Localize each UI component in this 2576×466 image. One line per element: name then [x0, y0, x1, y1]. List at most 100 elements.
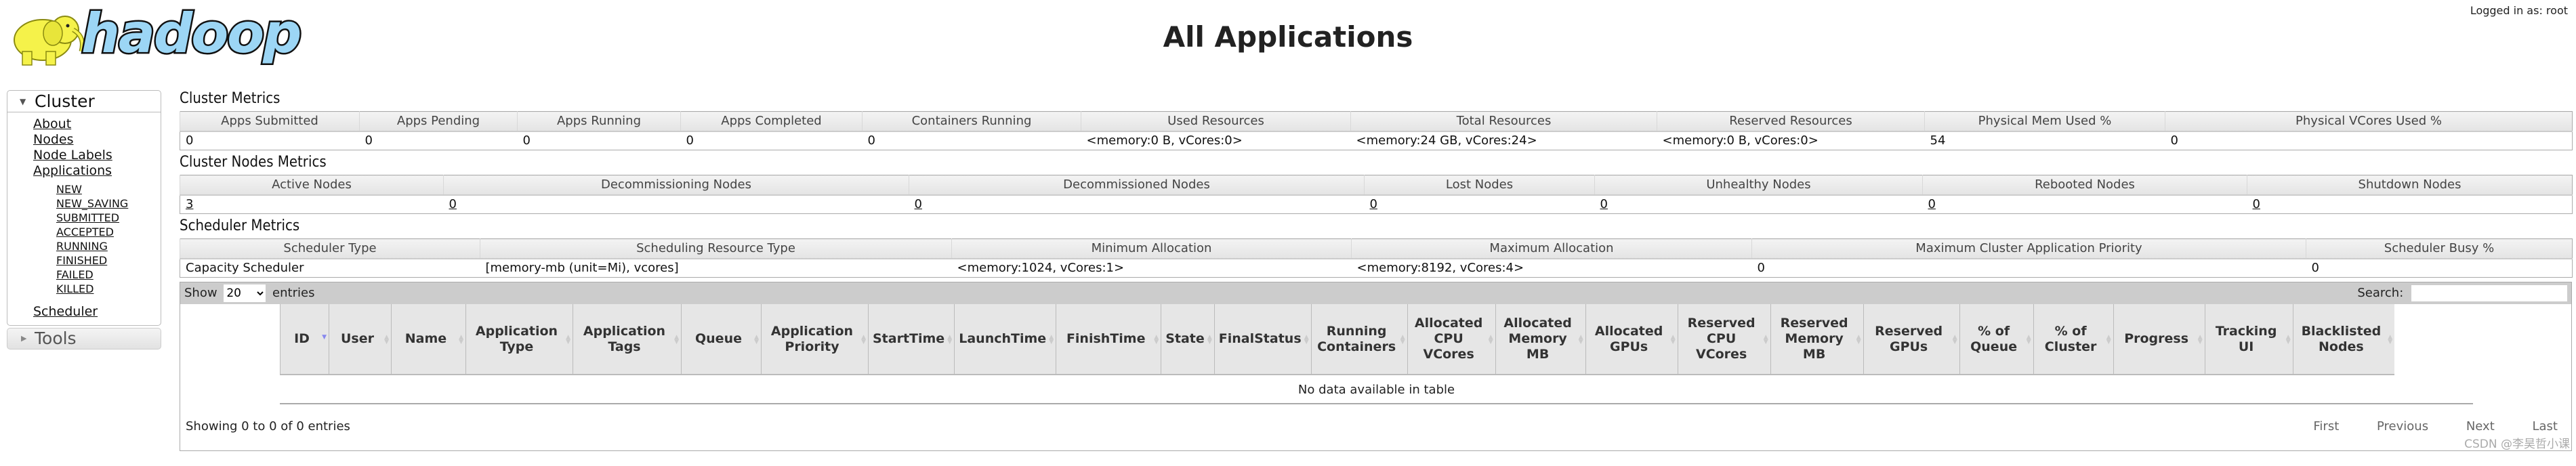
lost-nodes-link[interactable]: 0 — [1370, 197, 1377, 211]
column-header-tracking-ui[interactable]: Tracking UI ▲ ▼ — [2204, 304, 2293, 375]
column-header-reserved-cpu-vcores[interactable]: Reserved CPU VCores ▲ ▼ — [1677, 304, 1771, 375]
nav-link-applications[interactable]: Applications — [33, 163, 161, 179]
column-header-allocated-cpu-vcores[interactable]: Allocated CPU VCores ▲ ▼ — [1407, 304, 1496, 375]
nav-link-state-new-saving[interactable]: NEW_SAVING — [56, 196, 161, 211]
column-header-reserved-gpus[interactable]: Reserved GPUs ▲ ▼ — [1863, 304, 1960, 375]
col-header: Used Resources — [1081, 111, 1351, 132]
col-header: Apps Running — [517, 111, 681, 132]
column-header-allocated-gpus[interactable]: Allocated GPUs ▲ ▼ — [1585, 304, 1678, 375]
nav-link-about[interactable]: About — [33, 116, 161, 132]
column-header-label: Allocated CPU VCores — [1414, 316, 1483, 362]
col-header: Shutdown Nodes — [2247, 175, 2573, 196]
node-metrics-header-row: Active Nodes Decommissioning Nodes Decom… — [180, 175, 2573, 196]
nav-link-state-running[interactable]: RUNNING — [56, 239, 161, 253]
nav-link-state-failed[interactable]: FAILED — [56, 268, 161, 282]
column-header-starttime[interactable]: StartTime ▲ ▼ — [867, 304, 955, 375]
column-header-reserved-memory-mb[interactable]: Reserved Memory MB ▲ ▼ — [1770, 304, 1864, 375]
metric-value: Capacity Scheduler — [186, 261, 304, 276]
table-info: Showing 0 to 0 of 0 entries — [186, 419, 350, 433]
col-header: Scheduler Busy % — [2306, 238, 2573, 259]
col-header: Apps Pending — [359, 111, 518, 132]
col-header: Decommissioning Nodes — [443, 175, 909, 196]
cluster-menu-label: Cluster — [35, 91, 95, 111]
column-header-label: Running Containers — [1317, 323, 1396, 354]
pagination-previous[interactable]: Previous — [2377, 419, 2428, 433]
column-header-name[interactable]: Name ▲ ▼ — [391, 304, 466, 375]
column-header-label: Reserved CPU VCores — [1687, 316, 1756, 362]
column-header-finalstatus[interactable]: FinalStatus ▲ ▼ — [1213, 304, 1312, 375]
cluster-menu: ▼ Cluster About Nodes Node Labels Applic… — [7, 90, 161, 326]
cluster-metrics-header-row: Apps Submitted Apps Pending Apps Running… — [180, 111, 2573, 132]
cluster-menu-header[interactable]: ▼ Cluster — [7, 91, 161, 112]
sort-icon: ▲ ▼ — [674, 334, 679, 345]
decommissioning-nodes-link[interactable]: 0 — [449, 197, 457, 211]
nav-link-node-labels[interactable]: Node Labels — [33, 148, 161, 163]
column-header-state[interactable]: State ▲ ▼ — [1161, 304, 1215, 375]
column-header-finishtime[interactable]: FinishTime ▲ ▼ — [1056, 304, 1161, 375]
rebooted-nodes-link[interactable]: 0 — [1928, 197, 1936, 211]
column-header-application-type[interactable]: Application Type ▲ ▼ — [465, 304, 573, 375]
metric-value: <memory:0 B, vCores:0> — [1662, 133, 1819, 148]
sort-icon: ▲ ▼ — [1154, 334, 1159, 345]
column-header-label: FinishTime — [1066, 331, 1146, 346]
column-header-allocated-memory-mb[interactable]: Allocated Memory MB ▲ ▼ — [1495, 304, 1586, 375]
column-header-application-tags[interactable]: Application Tags ▲ ▼ — [573, 304, 682, 375]
metric-value: 0 — [522, 133, 531, 148]
col-header: Active Nodes — [180, 175, 444, 196]
col-header: Minimum Allocation — [951, 238, 1352, 259]
scheduler-metrics-title: Scheduler Metrics — [180, 217, 300, 234]
pagination-first[interactable]: First — [2313, 419, 2339, 433]
column-header-queue[interactable]: Queue ▲ ▼ — [681, 304, 762, 375]
col-header: Physical VCores Used % — [2165, 111, 2573, 132]
metric-value: [memory-mb (unit=Mi), vcores] — [485, 261, 679, 276]
column-header-label: Blacklisted Nodes — [2301, 323, 2382, 354]
nav-link-state-accepted[interactable]: ACCEPTED — [56, 225, 161, 239]
metric-value: 0 — [1757, 261, 1765, 276]
cluster-metrics-table: Apps Submitted Apps Pending Apps Running… — [180, 111, 2573, 150]
shutdown-nodes-link[interactable]: 0 — [2253, 197, 2260, 211]
nav-link-state-new[interactable]: NEW — [56, 182, 161, 196]
nav-link-nodes[interactable]: Nodes — [33, 132, 161, 148]
col-header: Rebooted Nodes — [1922, 175, 2247, 196]
column-header-label: Reserved GPUs — [1875, 323, 1943, 354]
column-header-of-queue[interactable]: % of Queue ▲ ▼ — [1959, 304, 2034, 375]
applications-header-row: ID ▼ User ▲ ▼ Name ▲ ▼ Application Type ▲ ▼ Applica… — [280, 304, 2395, 375]
column-header-launchtime[interactable]: LaunchTime ▲ ▼ — [954, 304, 1056, 375]
pagination: First Previous Next Last — [2279, 419, 2558, 433]
sort-icon: ▲ ▼ — [1049, 334, 1054, 345]
nav-link-state-finished[interactable]: FINISHED — [56, 253, 161, 268]
col-header: Maximum Cluster Application Priority — [1751, 238, 2306, 259]
column-header-progress[interactable]: Progress ▲ ▼ — [2113, 304, 2205, 375]
col-header: Reserved Resources — [1657, 111, 1925, 132]
sort-icon: ▲ ▼ — [1488, 334, 1493, 345]
nav-link-state-killed[interactable]: KILLED — [56, 282, 161, 296]
column-header-user[interactable]: User ▲ ▼ — [329, 304, 392, 375]
column-header-blacklisted-nodes[interactable]: Blacklisted Nodes ▲ ▼ — [2292, 304, 2395, 375]
decommissioned-nodes-link[interactable]: 0 — [915, 197, 922, 211]
pagination-last[interactable]: Last — [2533, 419, 2558, 433]
column-header-label: % of Queue — [1970, 323, 2018, 354]
column-header-label: StartTime — [873, 331, 945, 346]
column-header-id[interactable]: ID ▼ — [280, 304, 329, 375]
cluster-metrics-title: Cluster Metrics — [180, 90, 281, 107]
column-header-application-priority[interactable]: Application Priority ▲ ▼ — [761, 304, 869, 375]
unhealthy-nodes-link[interactable]: 0 — [1600, 197, 1608, 211]
nav-link-scheduler[interactable]: Scheduler — [33, 304, 161, 320]
sort-icon: ▲ ▼ — [2285, 334, 2291, 345]
search-area: Search: — [2357, 282, 2567, 304]
sort-icon: ▲ ▼ — [566, 334, 570, 345]
metric-value: 0 — [2311, 261, 2319, 276]
sort-icon: ▲ ▼ — [861, 334, 866, 345]
column-header-of-cluster[interactable]: % of Cluster ▲ ▼ — [2033, 304, 2114, 375]
column-header-label: Name — [404, 331, 447, 346]
tools-menu-header[interactable]: ▶ Tools — [7, 328, 161, 350]
column-header-running-containers[interactable]: Running Containers ▲ ▼ — [1310, 304, 1408, 375]
page-size-select[interactable]: 20 — [224, 284, 266, 302]
search-input[interactable] — [2411, 285, 2567, 301]
nav-link-state-submitted[interactable]: SUBMITTED — [56, 211, 161, 225]
pagination-next[interactable]: Next — [2466, 419, 2495, 433]
metric-value: 0 — [365, 133, 373, 148]
active-nodes-link[interactable]: 3 — [186, 197, 193, 211]
table-toolbar: Show 20 entries Search: — [180, 282, 2571, 304]
column-header-label: State — [1165, 331, 1205, 346]
